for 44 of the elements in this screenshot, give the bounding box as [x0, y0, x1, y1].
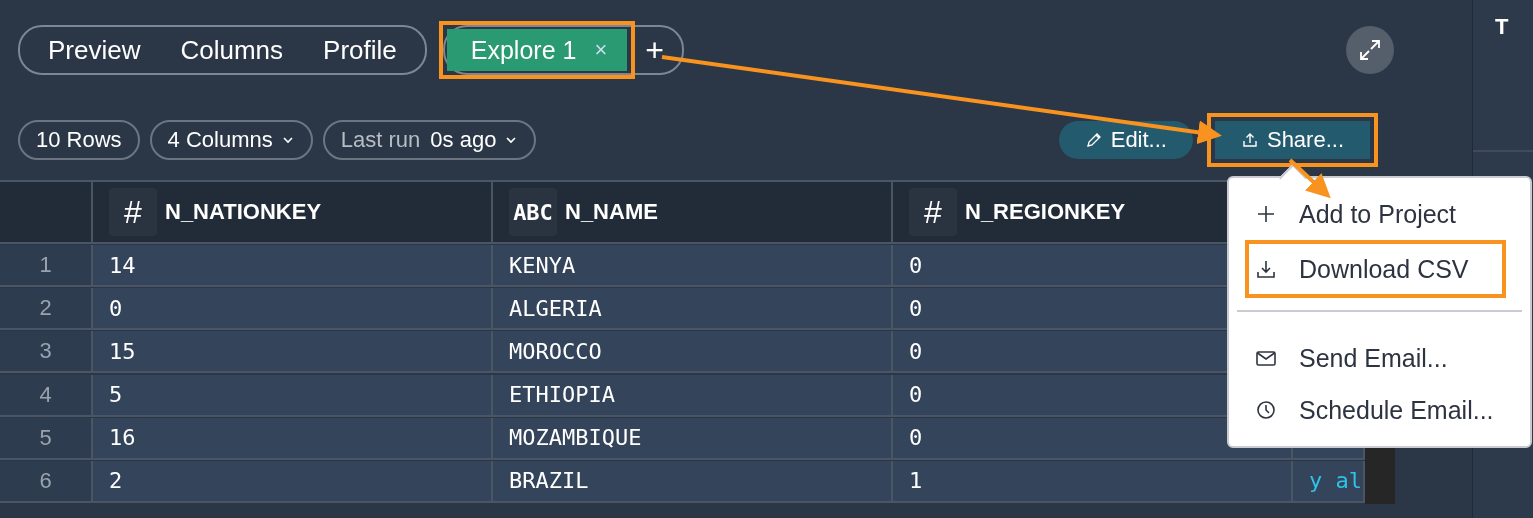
table-cell: y al — [1293, 460, 1365, 503]
upload-icon — [1240, 131, 1259, 149]
table-cell: 1 — [893, 460, 1293, 503]
number-type-icon: # — [109, 188, 157, 236]
table-cell: ETHIOPIA — [493, 374, 893, 417]
table-cell: 5 — [93, 374, 493, 417]
column-header[interactable]: # N_NATIONKEY — [93, 182, 493, 244]
table-cell: MOROCCO — [493, 331, 893, 374]
download-icon — [1255, 258, 1277, 280]
panel-title: T — [1495, 14, 1509, 39]
row-number: 3 — [0, 331, 93, 374]
tab-label: Explore 1 — [470, 35, 577, 65]
expand-button[interactable] — [1346, 26, 1394, 74]
row-number: 1 — [0, 245, 93, 288]
table-cell: 0 — [93, 288, 493, 331]
share-button[interactable]: Share... — [1214, 121, 1370, 159]
view-tab[interactable]: Preview — [28, 30, 161, 70]
column-header[interactable]: ABC N_NAME — [493, 182, 893, 244]
pencil-icon — [1084, 131, 1103, 149]
number-type-icon: # — [909, 188, 957, 236]
table-cell: 2 — [93, 460, 493, 503]
view-tab[interactable]: Columns — [160, 30, 304, 70]
row-number: 2 — [0, 288, 93, 331]
table-cell: 15 — [93, 331, 493, 374]
edit-button[interactable]: Edit... — [1058, 121, 1193, 159]
table-cell: MOZAMBIQUE — [493, 417, 893, 460]
table-cell: 16 — [93, 417, 493, 460]
text-type-icon: ABC — [509, 188, 557, 236]
view-tab[interactable]: Profile — [303, 30, 417, 70]
row-number: 6 — [0, 460, 93, 503]
expand-icon — [1358, 38, 1382, 62]
annotation-arrow — [1288, 158, 1331, 199]
row-number: 5 — [0, 417, 93, 460]
table-cell: KENYA — [493, 245, 893, 288]
last-run-dropdown[interactable]: Last run 0s ago — [322, 120, 537, 160]
table-cell: BRAZIL — [493, 460, 893, 503]
table-cell: 14 — [93, 245, 493, 288]
columns-dropdown[interactable]: 4 Columns — [149, 120, 313, 160]
clock-icon — [1255, 399, 1277, 421]
add-tab-button[interactable]: + — [627, 29, 682, 71]
rows-count-chip[interactable]: 10 Rows — [18, 120, 140, 160]
row-number: 4 — [0, 374, 93, 417]
plus-icon — [1255, 203, 1277, 225]
table-cell: ALGERIA — [493, 288, 893, 331]
